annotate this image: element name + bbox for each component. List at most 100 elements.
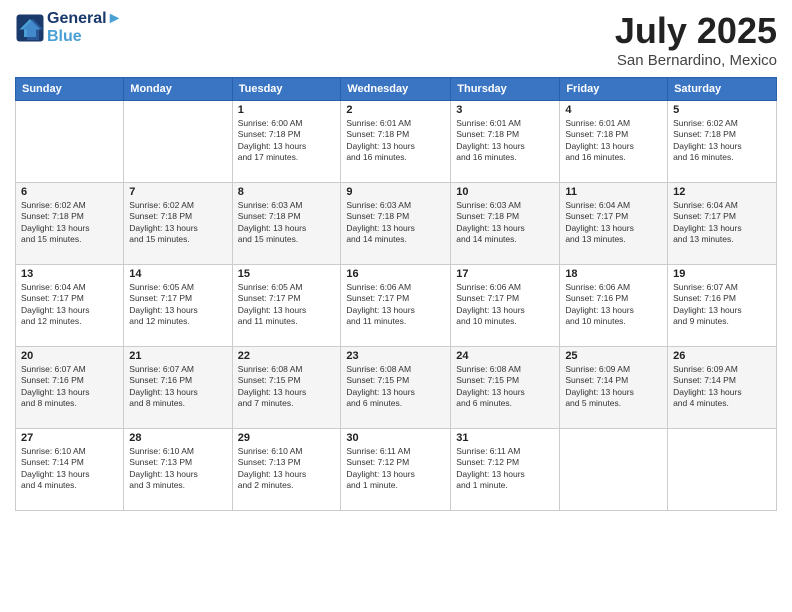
day-number: 3 <box>456 104 554 116</box>
calendar-cell: 10 Sunrise: 6:03 AM Sunset: 7:18 PM Dayli… <box>451 183 560 265</box>
location: San Bernardino, Mexico <box>615 52 777 69</box>
day-info: Sunrise: 6:07 AM Sunset: 7:16 PM Dayligh… <box>673 282 771 328</box>
calendar-cell: 22Sunrise: 6:08 AM Sunset: 7:15 PM Dayli… <box>232 347 341 429</box>
calendar-cell: 4Sunrise: 6:01 AM Sunset: 7:18 PM Daylig… <box>560 101 668 183</box>
day-number: 23 <box>346 350 445 362</box>
calendar-cell: 15 Sunrise: 6:05 AM Sunset: 7:17 PM Dayli… <box>232 265 341 347</box>
calendar-cell: 25 Sunrise: 6:09 AM Sunset: 7:14 PM Dayli… <box>560 347 668 429</box>
day-number: 15 <box>238 268 336 280</box>
day-info: Sunrise: 6:07 AM Sunset: 7:16 PM Dayligh… <box>129 364 226 410</box>
header-wednesday: Wednesday <box>341 78 451 101</box>
calendar-cell <box>16 101 124 183</box>
header-saturday: Saturday <box>668 78 777 101</box>
day-info: Sunrise: 6:01 AM Sunset: 7:18 PM Dayligh… <box>346 118 445 164</box>
day-number: 11 <box>565 186 662 198</box>
day-info: Sunrise: 6:09 AM Sunset: 7:14 PM Dayligh… <box>565 364 662 410</box>
day-info: Sunrise: 6:10 AM Sunset: 7:13 PM Dayligh… <box>238 446 336 492</box>
day-number: 17 <box>456 268 554 280</box>
header-tuesday: Tuesday <box>232 78 341 101</box>
calendar-cell: 20 Sunrise: 6:07 AM Sunset: 7:16 PM Dayli… <box>16 347 124 429</box>
day-number: 7 <box>129 186 226 198</box>
calendar-cell: 11Sunrise: 6:04 AM Sunset: 7:17 PM Dayli… <box>560 183 668 265</box>
title-area: July 2025 San Bernardino, Mexico <box>615 10 777 69</box>
calendar-cell: 26Sunrise: 6:09 AM Sunset: 7:14 PM Dayli… <box>668 347 777 429</box>
calendar-cell: 13 Sunrise: 6:04 AM Sunset: 7:17 PM Dayli… <box>16 265 124 347</box>
day-info: Sunrise: 6:08 AM Sunset: 7:15 PM Dayligh… <box>238 364 336 410</box>
calendar-cell: 1 Sunrise: 6:00 AM Sunset: 7:18 PM Daylig… <box>232 101 341 183</box>
day-info: Sunrise: 6:08 AM Sunset: 7:15 PM Dayligh… <box>346 364 445 410</box>
day-number: 26 <box>673 350 771 362</box>
day-number: 27 <box>21 432 118 444</box>
calendar-cell: 23 Sunrise: 6:08 AM Sunset: 7:15 PM Dayli… <box>341 347 451 429</box>
calendar-cell: 18Sunrise: 6:06 AM Sunset: 7:16 PM Dayli… <box>560 265 668 347</box>
page: General► Blue July 2025 San Bernardino, … <box>0 0 792 612</box>
calendar-cell: 21Sunrise: 6:07 AM Sunset: 7:16 PM Dayli… <box>124 347 232 429</box>
day-info: Sunrise: 6:03 AM Sunset: 7:18 PM Dayligh… <box>346 200 445 246</box>
day-info: Sunrise: 6:08 AM Sunset: 7:15 PM Dayligh… <box>456 364 554 410</box>
calendar-week-row: 6 Sunrise: 6:02 AM Sunset: 7:18 PM Daylig… <box>16 183 777 265</box>
day-number: 25 <box>565 350 662 362</box>
calendar-week-row: 20 Sunrise: 6:07 AM Sunset: 7:16 PM Dayli… <box>16 347 777 429</box>
day-number: 10 <box>456 186 554 198</box>
day-number: 5 <box>673 104 771 116</box>
logo: General► Blue <box>15 10 122 46</box>
day-info: Sunrise: 6:04 AM Sunset: 7:17 PM Dayligh… <box>673 200 771 246</box>
calendar-week-row: 13 Sunrise: 6:04 AM Sunset: 7:17 PM Dayli… <box>16 265 777 347</box>
header-friday: Friday <box>560 78 668 101</box>
day-info: Sunrise: 6:05 AM Sunset: 7:17 PM Dayligh… <box>238 282 336 328</box>
calendar-cell: 2Sunrise: 6:01 AM Sunset: 7:18 PM Daylig… <box>341 101 451 183</box>
day-number: 1 <box>238 104 336 116</box>
calendar-header: Sunday Monday Tuesday Wednesday Thursday… <box>16 78 777 101</box>
day-info: Sunrise: 6:05 AM Sunset: 7:17 PM Dayligh… <box>129 282 226 328</box>
calendar-week-row: 1 Sunrise: 6:00 AM Sunset: 7:18 PM Daylig… <box>16 101 777 183</box>
weekday-header-row: Sunday Monday Tuesday Wednesday Thursday… <box>16 78 777 101</box>
day-info: Sunrise: 6:06 AM Sunset: 7:16 PM Dayligh… <box>565 282 662 328</box>
calendar-cell: 29 Sunrise: 6:10 AM Sunset: 7:13 PM Dayli… <box>232 429 341 511</box>
day-info: Sunrise: 6:03 AM Sunset: 7:18 PM Dayligh… <box>238 200 336 246</box>
day-info: Sunrise: 6:00 AM Sunset: 7:18 PM Dayligh… <box>238 118 336 164</box>
calendar-cell: 28 Sunrise: 6:10 AM Sunset: 7:13 PM Dayli… <box>124 429 232 511</box>
calendar-cell: 5Sunrise: 6:02 AM Sunset: 7:18 PM Daylig… <box>668 101 777 183</box>
calendar-cell: 12 Sunrise: 6:04 AM Sunset: 7:17 PM Dayli… <box>668 183 777 265</box>
day-number: 29 <box>238 432 336 444</box>
day-info: Sunrise: 6:10 AM Sunset: 7:14 PM Dayligh… <box>21 446 118 492</box>
calendar-cell: 3 Sunrise: 6:01 AM Sunset: 7:18 PM Daylig… <box>451 101 560 183</box>
day-info: Sunrise: 6:03 AM Sunset: 7:18 PM Dayligh… <box>456 200 554 246</box>
day-number: 9 <box>346 186 445 198</box>
day-number: 19 <box>673 268 771 280</box>
calendar-cell: 17 Sunrise: 6:06 AM Sunset: 7:17 PM Dayli… <box>451 265 560 347</box>
day-info: Sunrise: 6:01 AM Sunset: 7:18 PM Dayligh… <box>456 118 554 164</box>
day-info: Sunrise: 6:07 AM Sunset: 7:16 PM Dayligh… <box>21 364 118 410</box>
day-number: 4 <box>565 104 662 116</box>
day-number: 31 <box>456 432 554 444</box>
calendar-cell: 27 Sunrise: 6:10 AM Sunset: 7:14 PM Dayli… <box>16 429 124 511</box>
day-info: Sunrise: 6:06 AM Sunset: 7:17 PM Dayligh… <box>456 282 554 328</box>
calendar-cell: 6 Sunrise: 6:02 AM Sunset: 7:18 PM Daylig… <box>16 183 124 265</box>
calendar-week-row: 27 Sunrise: 6:10 AM Sunset: 7:14 PM Dayli… <box>16 429 777 511</box>
day-info: Sunrise: 6:06 AM Sunset: 7:17 PM Dayligh… <box>346 282 445 328</box>
calendar-body: 1 Sunrise: 6:00 AM Sunset: 7:18 PM Daylig… <box>16 101 777 511</box>
calendar-cell: 19 Sunrise: 6:07 AM Sunset: 7:16 PM Dayli… <box>668 265 777 347</box>
day-number: 12 <box>673 186 771 198</box>
header-thursday: Thursday <box>451 78 560 101</box>
day-number: 6 <box>21 186 118 198</box>
calendar-cell: 14Sunrise: 6:05 AM Sunset: 7:17 PM Dayli… <box>124 265 232 347</box>
day-info: Sunrise: 6:04 AM Sunset: 7:17 PM Dayligh… <box>21 282 118 328</box>
header: General► Blue July 2025 San Bernardino, … <box>15 10 777 69</box>
calendar-cell <box>668 429 777 511</box>
day-info: Sunrise: 6:02 AM Sunset: 7:18 PM Dayligh… <box>129 200 226 246</box>
day-number: 13 <box>21 268 118 280</box>
day-info: Sunrise: 6:02 AM Sunset: 7:18 PM Dayligh… <box>21 200 118 246</box>
month-year: July 2025 <box>615 10 777 52</box>
header-monday: Monday <box>124 78 232 101</box>
day-number: 30 <box>346 432 445 444</box>
day-number: 24 <box>456 350 554 362</box>
logo-text: General► Blue <box>47 10 122 46</box>
day-info: Sunrise: 6:11 AM Sunset: 7:12 PM Dayligh… <box>346 446 445 492</box>
day-number: 20 <box>21 350 118 362</box>
day-number: 28 <box>129 432 226 444</box>
day-info: Sunrise: 6:10 AM Sunset: 7:13 PM Dayligh… <box>129 446 226 492</box>
logo-icon <box>15 13 45 43</box>
calendar-cell <box>124 101 232 183</box>
calendar-cell: 9 Sunrise: 6:03 AM Sunset: 7:18 PM Daylig… <box>341 183 451 265</box>
